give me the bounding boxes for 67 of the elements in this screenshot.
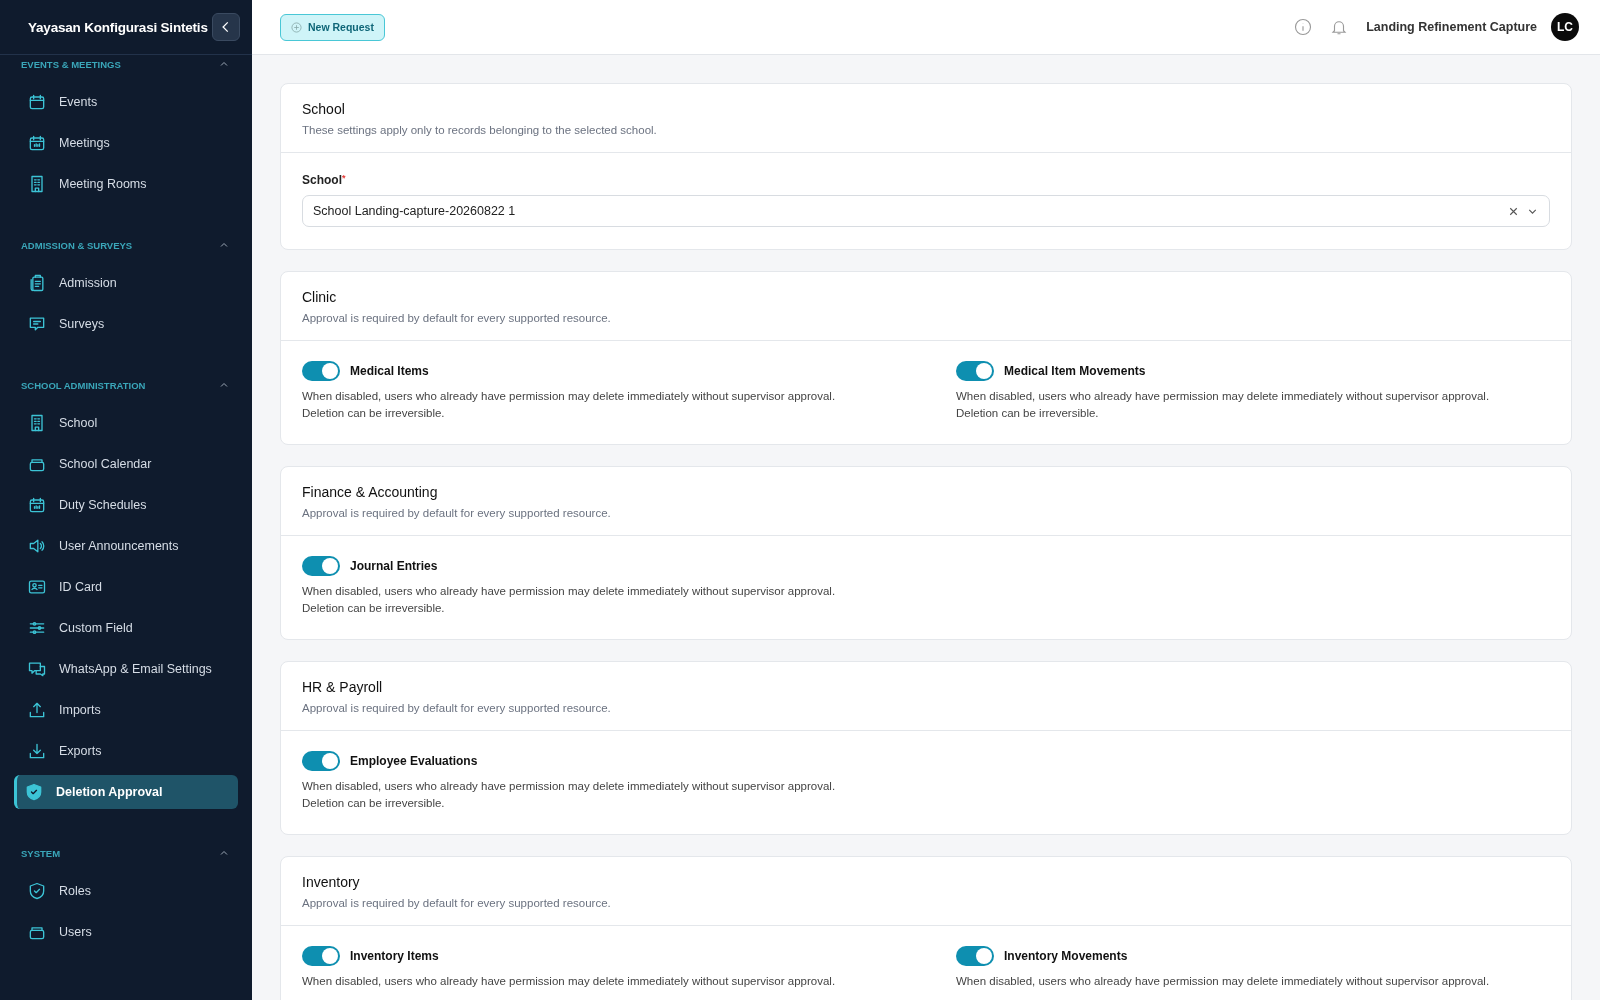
sidebar-item[interactable]: Events <box>14 85 238 119</box>
sidebar-item[interactable]: Deletion Approval <box>14 775 238 809</box>
required-mark-icon: * <box>342 173 346 183</box>
sidebar-item[interactable]: ID Card <box>14 570 238 604</box>
sidebar-item[interactable]: Users <box>14 915 238 949</box>
bell-icon[interactable] <box>1330 18 1349 36</box>
card-title: Inventory <box>302 874 361 890</box>
toggle-description: When disabled, users who already have permission may delete immediately without supervisor approval. Deletion can be irreversible. <box>302 389 837 421</box>
section-label: SYSTEM <box>21 847 61 859</box>
toggle-switch[interactable] <box>956 361 994 381</box>
sidebar-item[interactable]: Duty Schedules <box>14 488 238 522</box>
section-label: ADMISSION & SURVEYS <box>21 239 133 251</box>
sidebar-item[interactable]: Meetings <box>14 126 238 160</box>
toggle-label: Journal Entries <box>350 559 438 573</box>
toggle-switch[interactable] <box>302 556 340 576</box>
card-title: School <box>302 101 346 117</box>
user-name[interactable]: Landing Refinement Capture <box>1366 20 1537 34</box>
user-avatar[interactable]: LC <box>1551 13 1579 41</box>
toggle-switch[interactable] <box>302 751 340 771</box>
card-subtitle: Approval is required by default for every supported resource. <box>302 702 612 714</box>
toggle-description: When disabled, users who already have permission may delete immediately without supervisor approval. Deletion can be irreversible. <box>302 779 837 811</box>
sidebar-item[interactable]: Surveys <box>14 307 238 341</box>
plus-circle-icon <box>291 21 302 33</box>
sidebar-item[interactable]: Roles <box>14 874 238 908</box>
sidebar-item[interactable]: Imports <box>14 693 238 727</box>
card-subtitle: Approval is required by default for every supported resource. <box>302 312 612 324</box>
card-subtitle: Approval is required by default for every supported resource. <box>302 897 612 909</box>
toggle-label: Inventory Items <box>350 949 439 963</box>
card-subtitle: Approval is required by default for every supported resource. <box>302 507 612 519</box>
info-icon[interactable] <box>1294 18 1313 36</box>
toggle-label: Inventory Movements <box>1004 949 1128 963</box>
brand-title: Yayasan Konfigurasi Sintetis <box>28 19 208 35</box>
toggle-description: When disabled, users who already have permission may delete immediately without supervisor approval. <box>956 974 1491 989</box>
download-icon <box>27 741 47 761</box>
sidebar-item[interactable]: User Announcements <box>14 529 238 563</box>
toggle-switch[interactable] <box>302 361 340 381</box>
sidebar-item[interactable]: School <box>14 406 238 440</box>
toggle-label: Medical Item Movements <box>1004 364 1146 378</box>
shield-icon <box>24 782 44 802</box>
sidebar-item[interactable]: Meeting Rooms <box>14 167 238 201</box>
toggle-label: Medical Items <box>350 364 429 378</box>
school-select[interactable]: School Landing-capture-20260822 1 <box>302 195 1550 227</box>
card-title: HR & Payroll <box>302 679 384 695</box>
section-label: SCHOOL ADMINISTRATION <box>21 379 146 391</box>
toggle-description: When disabled, users who already have permission may delete immediately without supervisor approval. Deletion can be irreversible. <box>302 584 837 616</box>
shield-icon <box>27 881 47 901</box>
toggle-switch[interactable] <box>956 946 994 966</box>
collapse-sidebar-button[interactable] <box>212 13 240 41</box>
calendar-icon <box>27 133 47 153</box>
calendar-icon <box>27 495 47 515</box>
calendar-icon <box>27 92 47 112</box>
toggle-switch[interactable] <box>302 946 340 966</box>
toggle-label: Employee Evaluations <box>350 754 478 768</box>
sidebar-item[interactable]: WhatsApp & Email Settings <box>14 652 238 686</box>
section-label: EVENTS & MEETINGS <box>21 58 121 70</box>
sidebar-item[interactable]: Admission <box>14 266 238 300</box>
toggle-description: When disabled, users who already have permission may delete immediately without supervisor approval. Deletion can be irreversible. <box>956 389 1491 421</box>
card-subtitle: These settings apply only to records belonging to the selected school. <box>302 124 658 136</box>
upload-icon <box>27 700 47 720</box>
field-label: School* <box>302 173 347 187</box>
card-title: Finance & Accounting <box>302 484 439 500</box>
sidebar-item[interactable]: Exports <box>14 734 238 768</box>
card-title: Clinic <box>302 289 338 305</box>
new-request-button[interactable]: New Request <box>280 13 385 41</box>
sidebar-item[interactable]: Custom Field <box>14 611 238 645</box>
toggle-description: When disabled, users who already have permission may delete immediately without supervisor approval. <box>302 974 837 989</box>
sidebar-item[interactable]: School Calendar <box>14 447 238 481</box>
